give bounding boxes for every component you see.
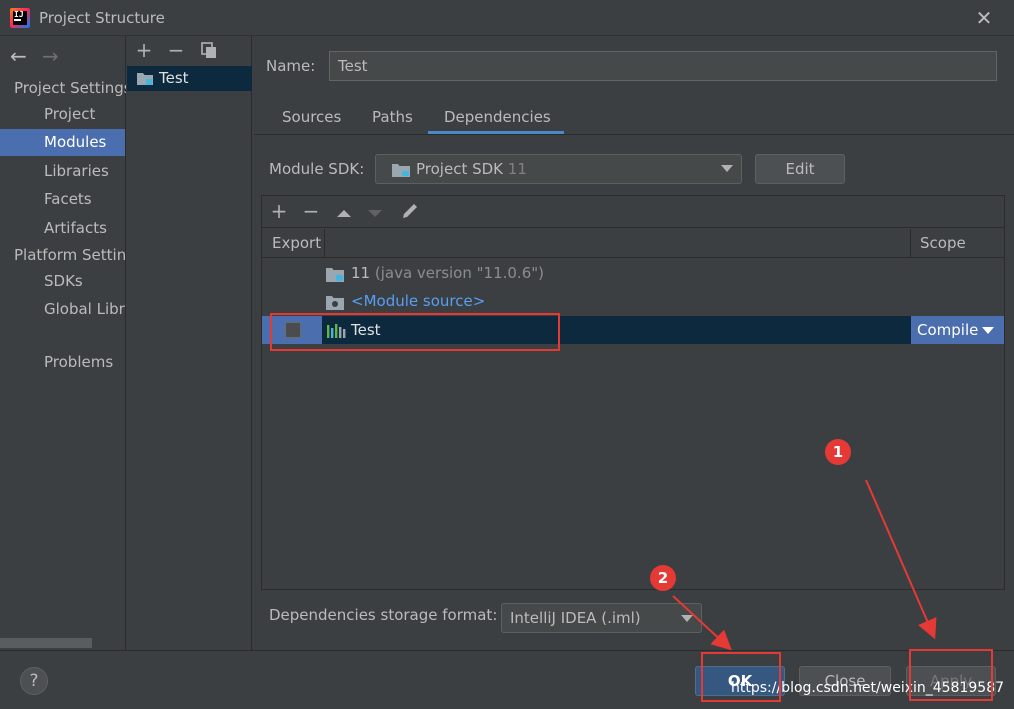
annotation-badge-2: 2 xyxy=(650,565,676,591)
module-name-input[interactable]: Test xyxy=(329,51,997,81)
nav-section-platform-settings: Platform Settings xyxy=(14,246,126,264)
column-divider xyxy=(324,229,325,258)
sidebar-item-modules[interactable]: Modules xyxy=(0,129,125,156)
table-row[interactable]: <Module source> xyxy=(262,287,1004,315)
sdk-value: Project SDK xyxy=(416,160,503,178)
sidebar-item-artifacts[interactable]: Artifacts xyxy=(0,215,125,242)
sidebar-item-global-libraries[interactable]: Global Libraries xyxy=(0,296,125,323)
sidebar-item-facets[interactable]: Facets xyxy=(0,186,125,213)
jdk-folder-icon xyxy=(326,268,344,282)
chevron-down-icon xyxy=(681,615,693,622)
module-item-test[interactable]: Test xyxy=(127,66,252,91)
module-sdk-dropdown[interactable]: Project SDK 11 xyxy=(375,154,742,184)
intellij-logo-icon: IJ xyxy=(10,8,30,28)
edit-sdk-button[interactable]: Edit xyxy=(755,154,845,184)
module-list xyxy=(127,36,252,650)
move-down-icon[interactable] xyxy=(366,205,384,217)
module-source-link[interactable]: <Module source> xyxy=(351,292,485,310)
sidebar-item-sdks[interactable]: SDKs xyxy=(0,268,125,295)
move-up-icon[interactable] xyxy=(335,205,353,217)
column-scope[interactable]: Scope xyxy=(920,234,966,252)
column-export[interactable]: Export xyxy=(272,234,321,252)
sdk-version: 11 xyxy=(507,160,527,178)
sidebar-item-libraries[interactable]: Libraries xyxy=(0,158,125,185)
tab-sources[interactable]: Sources xyxy=(282,108,341,134)
close-window-icon[interactable]: ✕ xyxy=(972,6,996,30)
copy-module-icon[interactable] xyxy=(200,41,218,59)
add-module-icon[interactable]: + xyxy=(134,40,154,60)
remove-module-icon[interactable]: − xyxy=(166,40,186,60)
annotation-badge-1: 1 xyxy=(825,439,851,465)
module-item-label: Test xyxy=(159,69,189,87)
module-sdk-label: Module SDK: xyxy=(269,160,365,178)
add-dependency-icon[interactable]: + xyxy=(269,201,289,221)
sidebar-item-problems[interactable]: Problems xyxy=(0,349,125,376)
edit-pencil-icon[interactable] xyxy=(400,201,420,221)
table-row[interactable]: 11 (java version "11.0.6") xyxy=(262,259,1004,287)
jdk-detail: (java version "11.0.6") xyxy=(374,264,544,282)
storage-format-label: Dependencies storage format: xyxy=(269,606,498,624)
chevron-down-icon xyxy=(721,165,733,172)
remove-dependency-icon[interactable]: − xyxy=(301,201,321,221)
scope-value: Compile xyxy=(917,321,979,339)
dependencies-table-body: 11 (java version "11.0.6") <Module sourc… xyxy=(262,259,1004,589)
name-label: Name: xyxy=(266,57,316,75)
sidebar-item-project[interactable]: Project xyxy=(0,101,125,128)
nav-section-project-settings: Project Settings xyxy=(14,79,126,97)
storage-format-dropdown[interactable]: IntelliJ IDEA (.iml) xyxy=(501,603,702,633)
module-folder-icon xyxy=(137,73,153,85)
annotation-box-test-row xyxy=(270,313,560,351)
tab-divider xyxy=(254,134,1014,135)
module-source-folder-icon xyxy=(326,296,344,310)
dependencies-table-header xyxy=(262,229,1004,258)
back-arrow-icon[interactable]: ← xyxy=(10,44,27,68)
scope-dropdown[interactable]: Compile xyxy=(911,316,1004,344)
sdk-folder-icon xyxy=(392,164,410,177)
help-button[interactable]: ? xyxy=(20,667,48,695)
annotation-box-apply xyxy=(909,649,993,701)
nav-scrollbar[interactable] xyxy=(0,638,92,648)
column-divider xyxy=(910,229,911,258)
jdk-name: 11 xyxy=(351,264,371,282)
annotation-box-ok xyxy=(701,652,781,702)
forward-arrow-icon[interactable]: → xyxy=(42,44,59,68)
tab-paths[interactable]: Paths xyxy=(372,108,413,134)
window-title: Project Structure xyxy=(39,9,165,27)
chevron-down-icon xyxy=(982,327,994,334)
storage-format-value: IntelliJ IDEA (.iml) xyxy=(510,609,641,627)
